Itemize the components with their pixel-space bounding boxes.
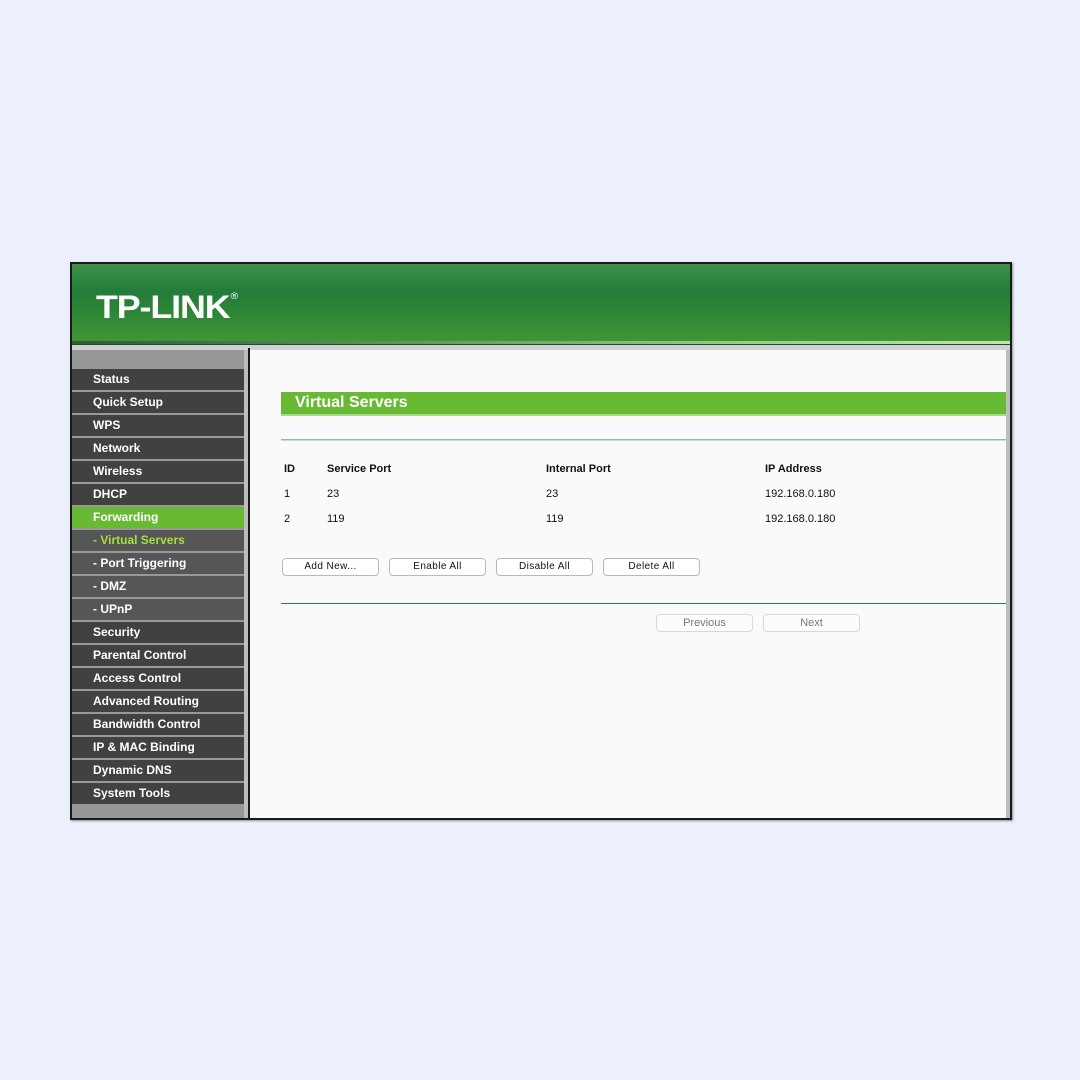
page-title: Virtual Servers [295, 394, 408, 411]
cell-id: 1 [284, 487, 291, 500]
table-row: 2 119 119 192.168.0.180 [284, 506, 1006, 531]
sidebar-item-wireless[interactable]: Wireless [72, 461, 244, 482]
cell-internal-port: 119 [546, 512, 564, 525]
sidebar-item-advanced-routing[interactable]: Advanced Routing [72, 691, 244, 712]
header-banner: TP-LINK® [72, 264, 1010, 341]
sidebar-item-wps[interactable]: WPS [72, 415, 244, 436]
sidebar-item-upnp[interactable]: - UPnP [72, 599, 244, 620]
cell-ip-address: 192.168.0.180 [765, 487, 836, 500]
divider-bottom [281, 603, 1006, 604]
enable-all-button[interactable]: Enable All [389, 558, 486, 576]
banner-highlight [72, 341, 1010, 344]
content-scrollbar[interactable] [1006, 350, 1010, 818]
sidebar-item-system-tools[interactable]: System Tools [72, 783, 244, 804]
sidebar-item-quick-setup[interactable]: Quick Setup [72, 392, 244, 413]
sidebar: Status Quick Setup WPS Network Wireless DHCP F… [72, 350, 247, 818]
router-admin-window: TP-LINK® Status Quick Setup WPS Network Wire… [70, 262, 1012, 820]
cell-service-port: 23 [327, 487, 340, 500]
sidebar-item-port-triggering[interactable]: - Port Triggering [72, 553, 244, 574]
cell-ip-address: 192.168.0.180 [765, 512, 836, 525]
pagination: Previous Next [656, 614, 860, 632]
disable-all-button[interactable]: Disable All [496, 558, 593, 576]
sidebar-item-dhcp[interactable]: DHCP [72, 484, 244, 505]
page-title-bar: Virtual Servers [281, 392, 1006, 416]
tp-link-logo: TP-LINK® [96, 289, 238, 326]
header-ip-address: IP Address [765, 462, 822, 475]
sidebar-item-network[interactable]: Network [72, 438, 244, 459]
table-header-row: ID Service Port Internal Port IP Address [284, 456, 1006, 481]
sidebar-item-security[interactable]: Security [72, 622, 244, 643]
sidebar-item-virtual-servers[interactable]: - Virtual Servers [72, 530, 244, 551]
delete-all-button[interactable]: Delete All [603, 558, 700, 576]
main-content: Virtual Servers ID Service Port Internal… [250, 350, 1006, 818]
sidebar-item-dmz[interactable]: - DMZ [72, 576, 244, 597]
sidebar-item-dynamic-dns[interactable]: Dynamic DNS [72, 760, 244, 781]
add-new-button[interactable]: Add New... [282, 558, 379, 576]
header-id: ID [284, 462, 295, 475]
action-buttons: Add New... Enable All Disable All Delete… [282, 558, 700, 576]
registered-mark: ® [230, 291, 238, 301]
divider-top [281, 439, 1006, 441]
sidebar-menu: Status Quick Setup WPS Network Wireless DHCP F… [72, 369, 244, 806]
header-internal-port: Internal Port [546, 462, 611, 475]
sidebar-item-access-control[interactable]: Access Control [72, 668, 244, 689]
sidebar-item-forwarding[interactable]: Forwarding [72, 507, 244, 528]
cell-internal-port: 23 [546, 487, 559, 500]
previous-button[interactable]: Previous [656, 614, 753, 632]
sidebar-item-bandwidth-control[interactable]: Bandwidth Control [72, 714, 244, 735]
table-row: 1 23 23 192.168.0.180 [284, 481, 1006, 506]
cell-service-port: 119 [327, 512, 345, 525]
next-button[interactable]: Next [763, 614, 860, 632]
sidebar-item-ip-and-mac-binding[interactable]: IP & MAC Binding [72, 737, 244, 758]
header-service-port: Service Port [327, 462, 392, 475]
sidebar-item-status[interactable]: Status [72, 369, 244, 390]
cell-id: 2 [284, 512, 291, 525]
virtual-servers-table: ID Service Port Internal Port IP Address… [284, 456, 1006, 531]
sidebar-item-parental-control[interactable]: Parental Control [72, 645, 244, 666]
logo-text: TP-LINK [96, 289, 231, 325]
